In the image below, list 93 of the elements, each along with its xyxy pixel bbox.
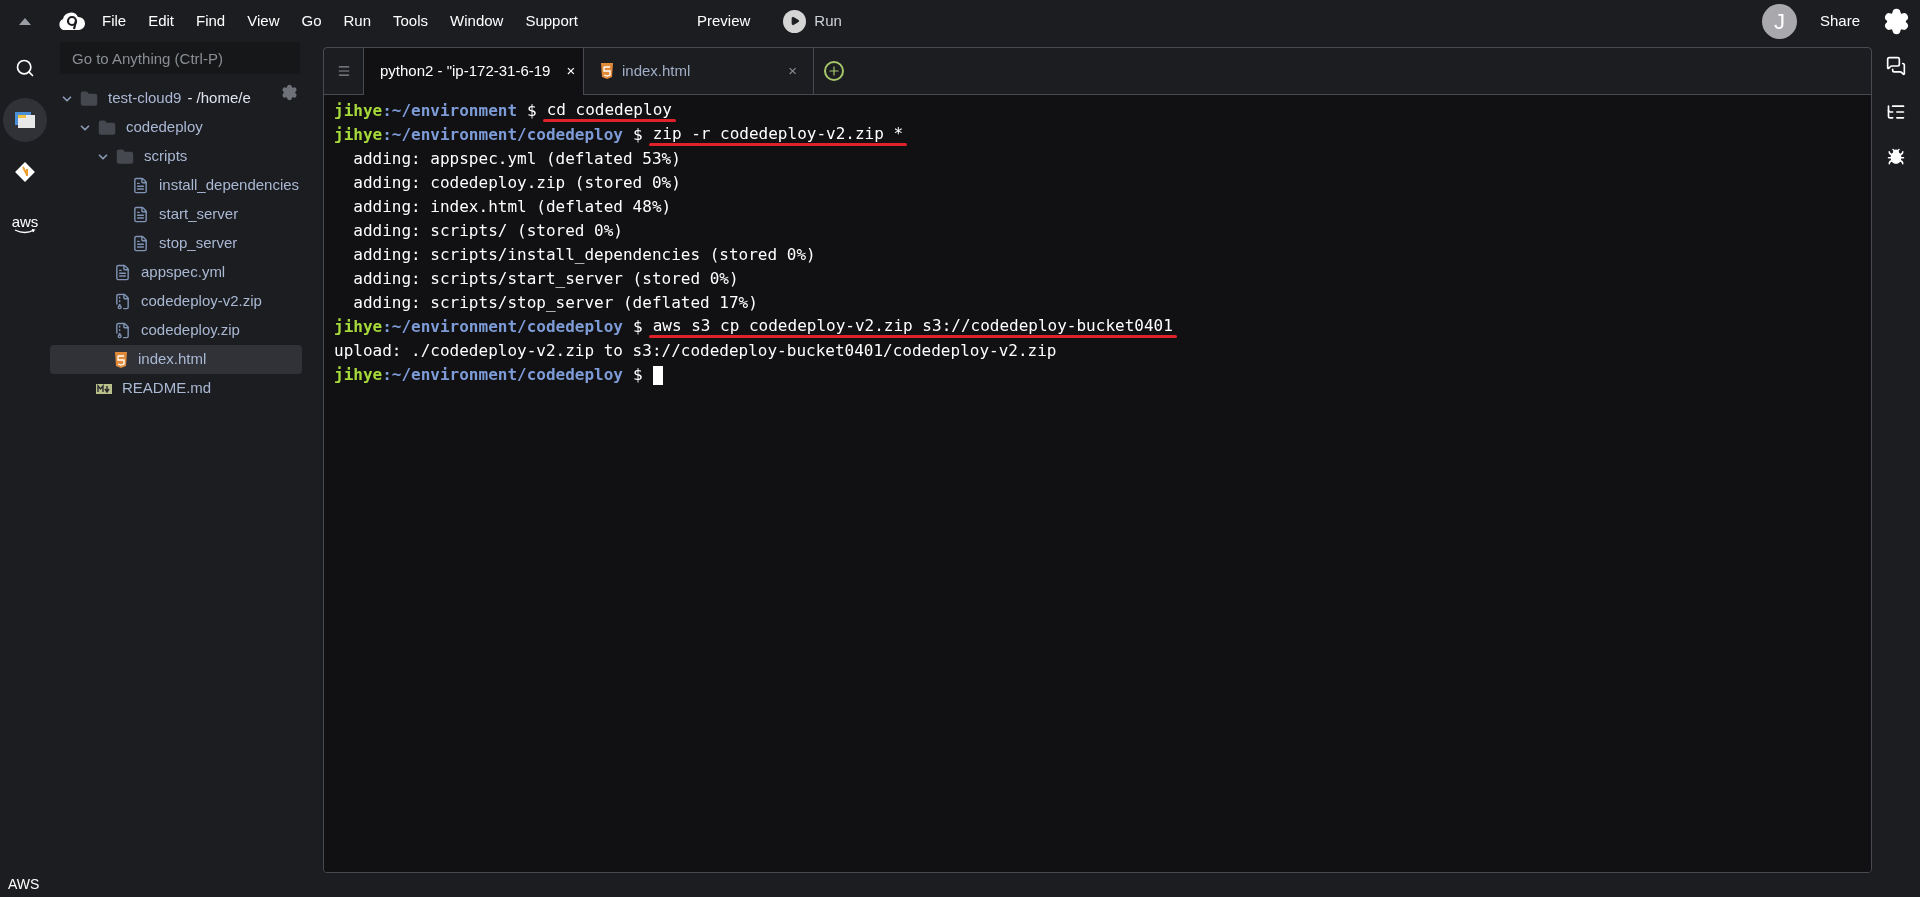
file-icon	[114, 264, 131, 281]
html-file-icon	[600, 63, 614, 79]
prompt-path: :~/environment/codedeploy	[382, 124, 623, 146]
terminal-output: adding: codedeploy.zip (stored 0%)	[352, 172, 681, 194]
settings-icon[interactable]	[1883, 7, 1910, 35]
menu-item[interactable]: Go	[301, 9, 322, 33]
editor-tab[interactable]: index.html ×	[584, 48, 814, 94]
tab-label: index.html	[622, 60, 691, 81]
prompt-user: jihye	[334, 124, 383, 146]
outline-icon[interactable]	[1886, 102, 1906, 122]
markdown-file-icon	[96, 383, 112, 394]
tab-label: python2 - "ip-172-31-6-19	[380, 61, 551, 82]
menu-item[interactable]: File	[102, 9, 127, 33]
file-name: README.md	[122, 378, 212, 399]
file-tree-item[interactable]: index.html	[50, 345, 302, 374]
file-name: install_dependencies	[159, 175, 300, 196]
file-name: scripts	[144, 146, 188, 167]
command-text: aws s3 cp codedeploy-v2.zip s3://codedeploy-bucket0401	[652, 316, 1173, 335]
search-field[interactable]: Go to Anything (Ctrl-P)	[60, 42, 300, 74]
menu-item[interactable]: Tools	[393, 9, 429, 33]
new-tab-icon[interactable]	[824, 61, 844, 81]
folder-icon	[98, 118, 116, 137]
terminal-output: upload: ./codedeploy-v2.zip to s3://codedeploy-bucket0401/codedeploy-v2.zip	[334, 340, 1057, 362]
menu-item[interactable]: View	[247, 9, 280, 33]
file-name: stop_server	[159, 233, 238, 254]
menu-icon	[336, 64, 351, 78]
editor-tab[interactable]: python2 - "ip-172-31-6-19 ×	[364, 48, 584, 95]
zip-file-icon	[114, 322, 131, 339]
folder-icon	[116, 147, 134, 166]
file-explorer-button[interactable]	[3, 98, 47, 142]
terminal-output: adding: scripts/stop_server (deflated 17%)	[352, 292, 758, 314]
smile-arrow-icon	[14, 229, 36, 234]
html-file-icon	[114, 351, 128, 368]
terminal-output: adding: scripts/install_dependencies (stored 0%)	[352, 244, 816, 266]
zip-file-icon	[114, 293, 131, 310]
prompt-symbol: $	[633, 316, 643, 338]
file-tree-item[interactable]: codedeploy-v2.zip	[50, 287, 302, 316]
prompt-user: jihye	[334, 100, 383, 122]
file-tree-item[interactable]: stop_server	[50, 229, 302, 258]
file-tree-item[interactable]: codedeploy.zip	[50, 316, 302, 345]
file-name: index.html	[138, 349, 207, 370]
file-tree-item[interactable]: README.md	[50, 374, 302, 403]
aws-button[interactable]: aws	[3, 202, 47, 246]
file-tree-item[interactable]: appspec.yml	[50, 258, 302, 287]
folder-icon	[80, 89, 98, 108]
status-label: AWS	[8, 875, 40, 894]
file-name: codedeploy.zip	[141, 320, 240, 341]
prompt-symbol: $	[633, 124, 643, 146]
file-name: test-cloud9	[108, 88, 182, 109]
file-tree-item[interactable]: install_dependencies	[50, 171, 302, 200]
debugger-icon[interactable]	[1887, 148, 1905, 166]
prompt-user: jihye	[334, 316, 383, 338]
terminal-output: adding: index.html (deflated 48%)	[352, 196, 672, 218]
file-tree-item[interactable]: codedeploy	[50, 113, 302, 142]
chat-icon[interactable]	[1886, 56, 1906, 76]
file-icon	[132, 235, 149, 252]
file-name: start_server	[159, 204, 239, 225]
cloud-logo-icon[interactable]	[57, 11, 85, 31]
file-name: codedeploy-v2.zip	[141, 291, 262, 312]
play-icon	[783, 9, 807, 33]
menu-item[interactable]: Support	[525, 9, 578, 33]
file-icon	[132, 206, 149, 223]
menu-item[interactable]: Find	[196, 9, 226, 33]
folders-icon	[14, 110, 36, 130]
prompt-path: :~/environment/codedeploy	[382, 316, 623, 338]
share-button[interactable]: Share	[1819, 9, 1860, 33]
collapse-arrow-icon[interactable]	[19, 17, 31, 25]
prompt-symbol: $	[633, 364, 643, 386]
folder-path: - /home/e	[187, 88, 251, 109]
file-name: codedeploy	[126, 117, 203, 138]
prompt-path: :~/environment	[382, 100, 518, 122]
terminal-output: adding: scripts/start_server (stored 0%)	[352, 268, 739, 290]
close-tab-button[interactable]: ×	[788, 59, 797, 83]
prompt-path: :~/environment/codedeploy	[382, 364, 623, 386]
search-icon	[15, 58, 35, 78]
file-tree-item[interactable]: start_server	[50, 200, 302, 229]
command-text: cd codedeploy	[546, 100, 672, 119]
terminal-output: adding: appspec.yml (deflated 53%)	[352, 148, 681, 170]
menu-item[interactable]: Window	[450, 9, 504, 33]
preview-button[interactable]: Preview	[696, 9, 751, 33]
file-tree-item[interactable]: test-cloud9 - /home/e	[50, 84, 302, 113]
tree-settings-icon[interactable]	[281, 84, 298, 101]
command-text: zip -r codedeploy-v2.zip *	[652, 124, 904, 143]
close-tab-button[interactable]: ×	[566, 60, 576, 83]
prompt-symbol: $	[527, 100, 537, 122]
run-button[interactable]: Run	[783, 9, 842, 33]
terminal-output: adding: scripts/ (stored 0%)	[352, 220, 623, 242]
menu-item[interactable]: Run	[343, 9, 371, 33]
prompt-user: jihye	[334, 364, 383, 386]
file-tree-item[interactable]: scripts	[50, 142, 302, 171]
file-icon	[132, 177, 149, 194]
file-name: appspec.yml	[141, 262, 226, 283]
menu-item[interactable]: Edit	[148, 9, 175, 33]
